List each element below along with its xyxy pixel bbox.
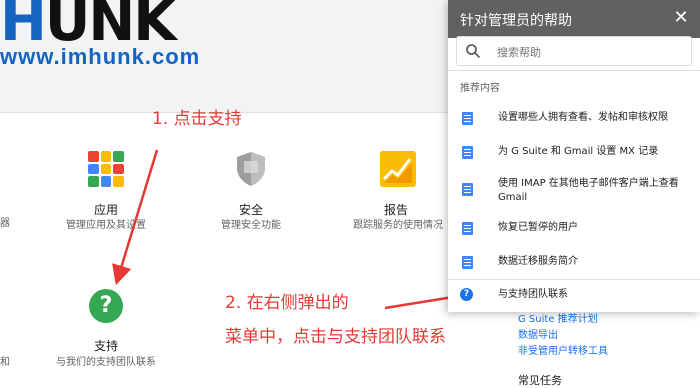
close-icon[interactable]: ✕ [670, 7, 692, 28]
document-icon [462, 222, 473, 235]
help-item[interactable]: 使用 IMAP 在其他电子邮件客户端上查看 Gmail [498, 177, 688, 205]
help-item[interactable]: 设置哪些人拥有查看、发帖和审核权限 [498, 111, 688, 125]
document-icon [462, 256, 473, 269]
link-data-export[interactable]: 数据导出 [518, 326, 558, 341]
help-panel-title: 针对管理员的帮助 [460, 13, 572, 29]
link-gsuite-referral[interactable]: G Suite 推荐计划 [518, 310, 598, 325]
link-unmanaged-users[interactable]: 非受管用户转移工具 [518, 342, 608, 357]
help-item[interactable]: 为 G Suite 和 Gmail 设置 MX 记录 [498, 145, 688, 159]
contact-support-link[interactable]: 与支持团队联系 [498, 288, 688, 302]
divider [448, 70, 700, 71]
help-panel: 针对管理员的帮助 ✕ 推荐内容 设置哪些人拥有查看、发帖和审核权限 为 G Su… [448, 0, 700, 312]
search-input[interactable] [495, 41, 679, 63]
help-item[interactable]: 恢复已暂停的用户 [498, 221, 688, 235]
document-icon [462, 183, 473, 196]
help-question-icon: ? [460, 288, 473, 301]
document-icon [462, 146, 473, 159]
search-icon [466, 44, 481, 59]
divider [448, 279, 700, 280]
document-icon [462, 112, 473, 125]
help-item[interactable]: 数据迁移服务简介 [498, 255, 688, 269]
search-box[interactable] [456, 36, 692, 66]
arrow-to-support [112, 149, 159, 286]
section-label: 推荐内容 [460, 83, 500, 94]
